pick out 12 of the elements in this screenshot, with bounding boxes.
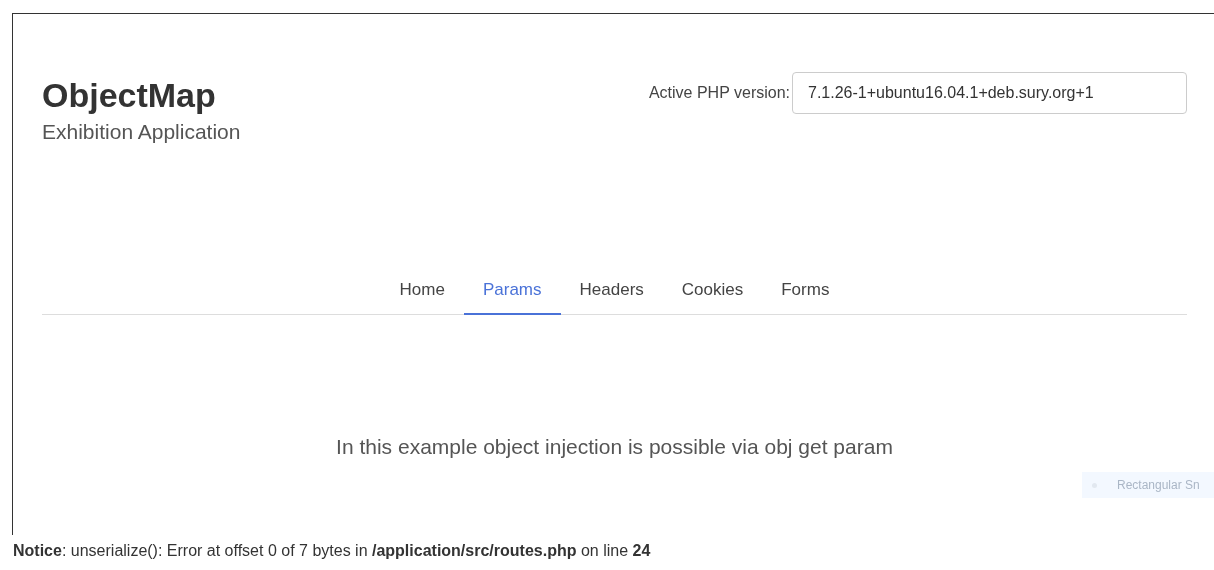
example-description: In this example object injection is possible via obj get param	[336, 433, 893, 460]
nav-tab[interactable]: Headers	[560, 271, 663, 315]
nav-tab[interactable]: Forms	[762, 271, 849, 315]
site-title: ObjectMap	[42, 75, 216, 116]
php-version-label: Active PHP version:	[648, 83, 790, 103]
php-version-field[interactable]: 7.1.26-1+ubuntu16.04.1+deb.sury.org+1	[792, 72, 1187, 114]
nav-tab[interactable]: Params	[463, 271, 561, 315]
overlay-label: Rectangular Sn	[1117, 477, 1200, 494]
nav-tab[interactable]: Home	[380, 271, 464, 315]
php-notice: Notice: unserialize(): Error at offset 0 of 7 bytes in /application/src/routes.php on line 24	[13, 541, 651, 561]
site-subtitle: Exhibition Application	[42, 119, 241, 145]
nav-tab[interactable]: Cookies	[662, 271, 763, 315]
